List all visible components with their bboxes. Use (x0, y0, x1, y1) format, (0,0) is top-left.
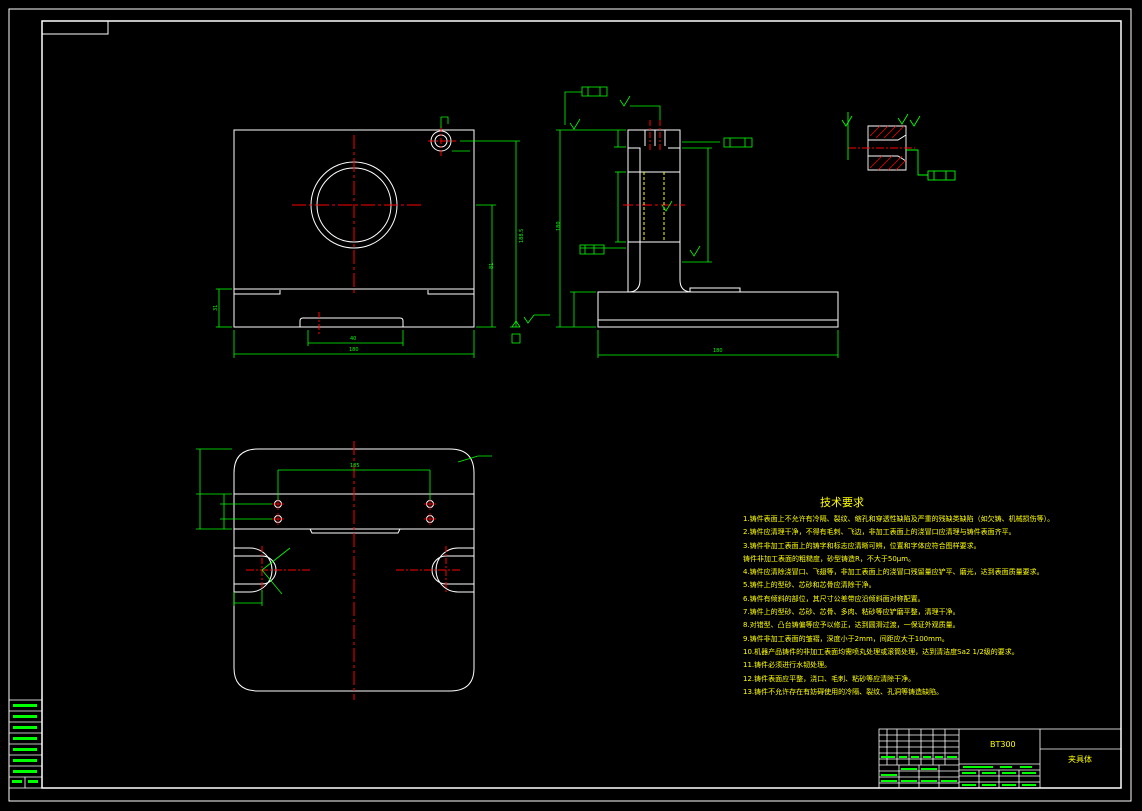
dim-front-height2: 81 (489, 263, 495, 269)
dim-front-base: 31 (213, 305, 219, 311)
tech-requirement-item: 12.铸件表面应平整，浇口、毛刺、粘砂等应清除干净。 (743, 674, 916, 683)
part-name: 夹具体 (1068, 755, 1092, 764)
dim-plan-top: 185 (350, 463, 360, 469)
left-margin-table (8, 699, 43, 789)
tech-requirement-item: 9.铸件非加工表面的皱褶，深度小于2mm，间距应大于100mm。 (743, 634, 949, 643)
tech-requirement-item: 3.铸件非加工表面上的铸字和标志应清晰可辨，位置和字体应符合图样要求。 (743, 541, 981, 550)
dim-front-height: 188.5 (519, 229, 525, 243)
tech-requirements-title: 技术要求 (820, 496, 864, 509)
dim-front-width: 180 (349, 347, 359, 353)
plan-view-dimensions (196, 448, 492, 606)
tech-requirement-item: 10.机器产品铸件的非加工表面均需喷丸处理或滚筒处理，达到清洁度Sa2 1/2级… (743, 647, 1019, 656)
tech-requirement-item: 4.铸件应清除浇冒口、飞翅等，非加工表面上的浇冒口残留量应铲平、磨光，达到表面质… (743, 568, 1044, 577)
tech-requirements-list: 1.铸件表面上不允许有冷隔、裂纹、缩孔和穿透性缺陷及严重的残缺类缺陷（如欠铸、机… (743, 513, 1073, 699)
dim-front-slot: 40 (350, 336, 356, 342)
tech-requirement-item: 6.铸件有倾斜的部位，其尺寸公差带应沿倾斜面对称配置。 (743, 594, 925, 603)
tech-requirement-item: 7.铸件上的型砂、芯砂、芯骨、多肉、粘砂等应铲磨平整，清理干净。 (743, 608, 960, 617)
tech-requirement-item: 11.铸件必须进行水韧处理。 (743, 661, 832, 670)
front-view-dimensions (216, 116, 550, 358)
dim-side-width: 180 (713, 348, 723, 354)
dim-side-height: 180 (556, 221, 562, 231)
side-view (597, 120, 839, 328)
front-view-dim-text: 180 40 188.5 81 31 (213, 229, 525, 353)
plan-view (233, 441, 475, 700)
tech-requirement-item: 13.铸件不允许存在有妨碍使用的冷隔、裂纹、孔洞等铸造缺陷。 (743, 687, 944, 696)
tech-requirement-item: 5.铸件上的型砂、芯砂和芯骨应清除干净。 (743, 581, 876, 590)
detail-view (841, 112, 956, 181)
tech-requirement-item: 铸件非加工表面的粗糙度，砂型铸造R，不大于50μm。 (743, 554, 916, 563)
tech-requirement-item: 1.铸件表面上不允许有冷隔、裂纹、缩孔和穿透性缺陷及严重的残缺类缺陷（如欠铸、机… (743, 515, 1055, 523)
tech-requirement-item: 8.对错型、凸台铸偏等应予以修正，达到圆滑过渡，一保证外观质量。 (743, 621, 960, 630)
front-view (233, 126, 475, 334)
drawing-number: BT300 (990, 740, 1016, 749)
plan-view-dim-text: 185 (350, 463, 360, 469)
top-left-tag-box (41, 20, 109, 35)
tech-requirement-item: 2.铸件应清理干净，不得有毛刺、飞边，非加工表面上的浇冒口应清理与铸件表面齐平。 (743, 528, 1016, 537)
